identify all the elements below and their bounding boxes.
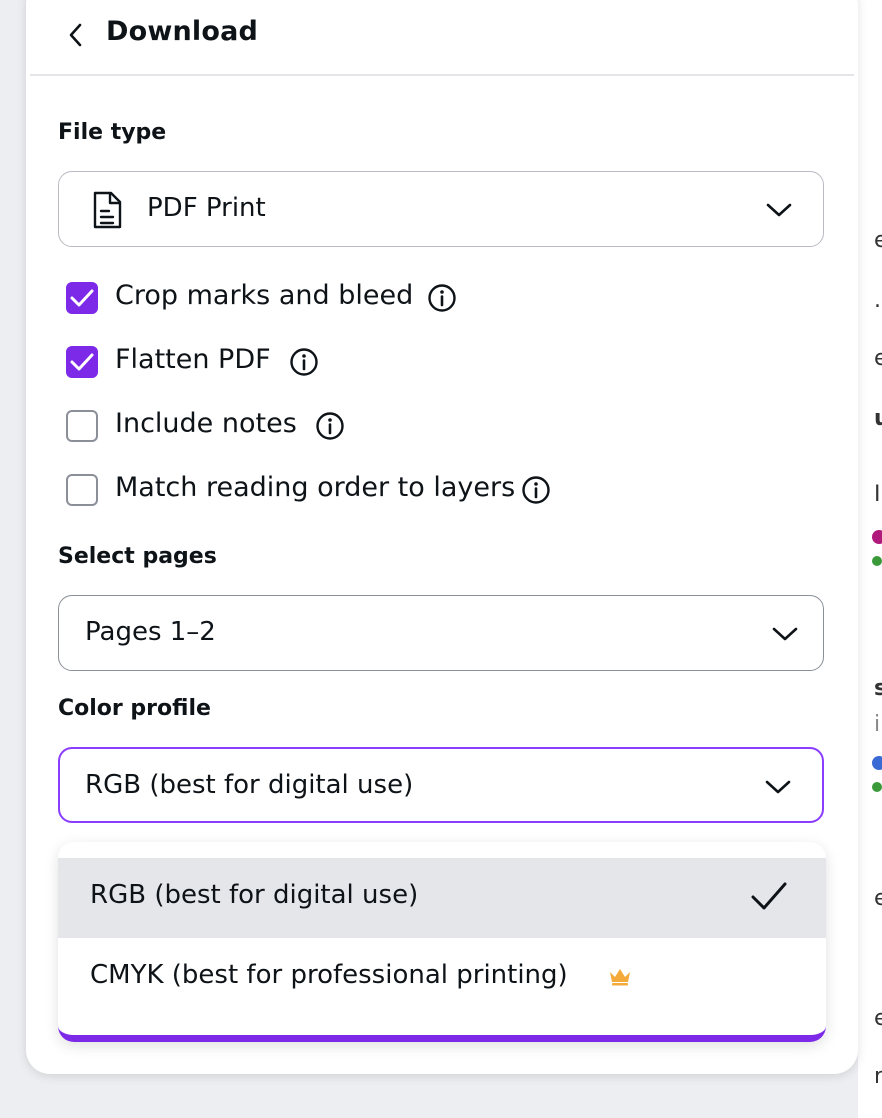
- background-text-fragment: e: [874, 346, 882, 371]
- background-text-fragment: e: [874, 1006, 882, 1031]
- info-icon[interactable]: [315, 411, 345, 441]
- flatten-pdf-label: Flatten PDF: [115, 344, 271, 375]
- chevron-left-icon[interactable]: [64, 20, 88, 50]
- crown-icon: [610, 969, 630, 986]
- background-avatar: [872, 530, 882, 544]
- background-text-fragment: e: [874, 886, 882, 911]
- background-text-fragment: .: [874, 288, 881, 313]
- checkmark-icon: [70, 353, 94, 371]
- file-type-select[interactable]: PDF Print: [58, 171, 824, 247]
- include-notes-label: Include notes: [115, 408, 297, 439]
- panel-header: Download: [30, 0, 854, 76]
- menu-option-label: CMYK (best for professional printing): [90, 960, 568, 990]
- background-text-fragment: i: [874, 712, 881, 737]
- flatten-pdf-checkbox[interactable]: [66, 346, 98, 378]
- select-pages-select[interactable]: Pages 1–2: [58, 595, 824, 671]
- chevron-down-icon: [772, 627, 798, 641]
- background-avatar: [872, 756, 882, 770]
- reading-order-checkbox[interactable]: [66, 474, 98, 506]
- background-text-fragment: u: [874, 406, 882, 431]
- select-pages-label: Select pages: [58, 544, 217, 569]
- menu-option-rgb[interactable]: RGB (best for digital use): [58, 858, 826, 938]
- file-type-value: PDF Print: [147, 193, 266, 223]
- select-pages-value: Pages 1–2: [85, 617, 216, 647]
- chevron-down-icon: [766, 203, 792, 217]
- crop-marks-checkbox[interactable]: [66, 282, 98, 314]
- info-icon[interactable]: [289, 347, 319, 377]
- chevron-down-icon: [765, 780, 791, 794]
- download-panel: Download File type PDF Print Crop marks …: [26, 0, 858, 1074]
- file-type-label: File type: [58, 120, 167, 145]
- info-icon[interactable]: [521, 475, 551, 505]
- checkmark-icon: [70, 289, 94, 307]
- color-profile-value: RGB (best for digital use): [85, 770, 414, 800]
- crop-marks-label: Crop marks and bleed: [115, 280, 414, 311]
- info-icon[interactable]: [427, 283, 457, 313]
- menu-option-cmyk[interactable]: CMYK (best for professional printing): [58, 938, 826, 1018]
- include-notes-checkbox[interactable]: [66, 410, 98, 442]
- background-text-fragment: r: [874, 1064, 882, 1089]
- color-profile-menu: RGB (best for digital use) CMYK (best fo…: [58, 842, 826, 1042]
- reading-order-label: Match reading order to layers: [115, 472, 516, 503]
- background-text-fragment: e: [874, 228, 882, 253]
- menu-option-label: RGB (best for digital use): [90, 880, 419, 910]
- color-profile-label: Color profile: [58, 696, 211, 721]
- background-canvas: e . e u I s i e e r: [858, 0, 882, 1118]
- background-badge: [872, 556, 882, 566]
- color-profile-select[interactable]: RGB (best for digital use): [58, 747, 824, 823]
- background-badge: [872, 782, 882, 792]
- background-text-fragment: s: [874, 676, 882, 701]
- document-icon: [93, 191, 122, 229]
- background-text-fragment: I: [874, 482, 881, 507]
- panel-title: Download: [106, 16, 259, 47]
- check-icon: [751, 882, 787, 910]
